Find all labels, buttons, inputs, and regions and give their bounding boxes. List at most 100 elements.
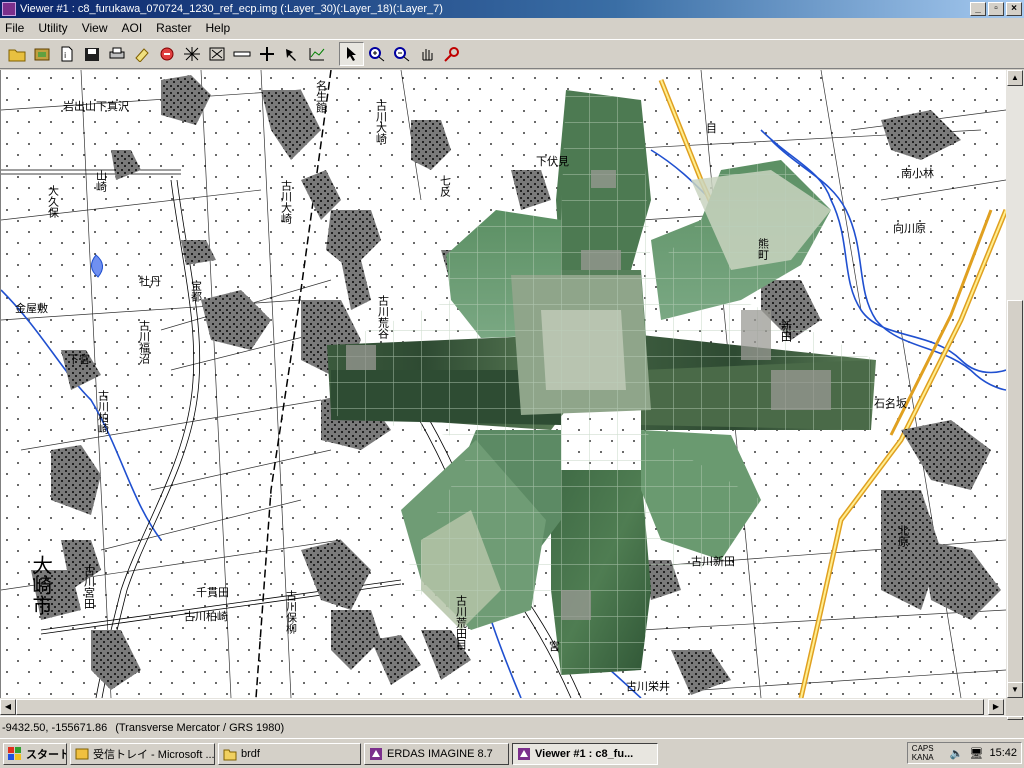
map-label: 新田 [780, 319, 793, 342]
task-erdas[interactable]: ERDAS IMAGINE 8.7 [364, 742, 509, 765]
projection-info: (Transverse Mercator / GRS 1980) [115, 721, 285, 734]
map-label: 向川原 [893, 221, 926, 235]
map-viewport[interactable]: 岩出山下真沢 山崎 大久保 名生館 古川大崎 下伏見 七反 古川大崎 宝都 古川… [0, 70, 1006, 698]
toolbar: i [0, 39, 1024, 69]
scroll-down-button[interactable]: ▼ [1007, 682, 1023, 698]
eraser-icon[interactable] [129, 42, 154, 66]
minimize-button[interactable]: _ [970, 2, 986, 16]
zoom-in-icon[interactable] [364, 42, 389, 66]
maximize-button[interactable]: ▫ [988, 2, 1004, 16]
map-label: 古川荒谷 [377, 295, 390, 340]
map-label: 目 [706, 122, 717, 135]
erdas-icon [370, 747, 382, 760]
profile-icon[interactable] [304, 42, 329, 66]
start-label: スタート [26, 748, 67, 761]
measure-icon[interactable] [229, 42, 254, 66]
task-label: 受信トレイ - Microsoft ... [93, 748, 215, 761]
windows-logo-icon [8, 746, 21, 760]
svg-text:i: i [64, 51, 66, 60]
horizontal-scroll-thumb[interactable] [16, 699, 984, 715]
close-button[interactable]: × [1006, 2, 1022, 16]
map-label: 古川宮田 [83, 565, 96, 609]
scrollbar-corner [1006, 698, 1024, 716]
outlook-icon [75, 748, 89, 759]
map-label: 宮 [549, 639, 560, 653]
viewer-icon [518, 747, 530, 760]
map-label: 大久保 [47, 184, 60, 219]
window-title: Viewer #1 : c8_furukawa_070724_1230_ref_… [20, 3, 443, 15]
print-icon[interactable] [104, 42, 129, 66]
map-label: 千貫田 [196, 586, 229, 599]
menu-help[interactable]: Help [199, 21, 238, 35]
vertical-scrollbar[interactable]: ▲ ▼ [1006, 70, 1024, 720]
volume-icon[interactable]: 🔈 [950, 747, 964, 760]
scroll-left-button[interactable]: ◀ [0, 699, 16, 715]
map-label: 古川保柳 [285, 590, 298, 634]
vertical-scroll-thumb[interactable] [1007, 300, 1023, 720]
task-viewer[interactable]: Viewer #1 : c8_fu... [512, 742, 658, 765]
fit-window-icon[interactable] [204, 42, 229, 66]
inquire-icon[interactable] [439, 42, 464, 66]
map-label: 下伏見 [536, 154, 569, 168]
task-label: Viewer #1 : c8_fu... [535, 747, 634, 760]
task-brdf[interactable]: brdf [218, 742, 361, 765]
cursor-coordinates: -9432.50, -155671.86 [2, 721, 108, 734]
toolbar-separator [329, 42, 339, 66]
map-label: 名生館 [315, 79, 328, 114]
title-bar: Viewer #1 : c8_furukawa_070724_1230_ref_… [0, 0, 1024, 18]
status-bar: -9432.50, -155671.86 (Transverse Mercato… [0, 716, 1024, 738]
map-label: 古川荒田目 [455, 595, 468, 650]
horizontal-scrollbar[interactable]: ◀ ▶ [0, 698, 1006, 716]
system-tray: CAPS KANA 🔈 🖥 15:42 [906, 742, 1022, 764]
crosshair-icon[interactable] [254, 42, 279, 66]
map-label: 古川栄井 [626, 679, 670, 693]
map-label: 下宮 [68, 352, 90, 366]
pan-hand-icon[interactable] [414, 42, 439, 66]
map-label: 宝都 [190, 279, 203, 302]
task-label: ERDAS IMAGINE 8.7 [387, 747, 493, 760]
clear-icon[interactable] [154, 42, 179, 66]
menu-aoi[interactable]: AOI [114, 21, 149, 35]
menu-view[interactable]: View [75, 21, 115, 35]
save-icon[interactable] [79, 42, 104, 66]
network-icon[interactable]: 🖥 [970, 747, 984, 760]
start-button[interactable]: スタート [3, 742, 67, 765]
folder-icon [223, 749, 237, 760]
map-label: 大崎市 [29, 555, 53, 615]
map-label: 牡丹 [139, 274, 161, 288]
menu-raster[interactable]: Raster [149, 21, 198, 35]
map-label: 岩出山下真沢 [63, 99, 129, 113]
map-canvas[interactable]: 岩出山下真沢 山崎 大久保 名生館 古川大崎 下伏見 七反 古川大崎 宝都 古川… [1, 70, 1006, 698]
open-layer-icon[interactable] [29, 42, 54, 66]
map-label: 山崎 [95, 170, 108, 192]
zoom-out-icon[interactable] [389, 42, 414, 66]
map-label: 北原 [897, 525, 910, 547]
clock[interactable]: 15:42 [989, 747, 1017, 759]
menu-file[interactable]: File [0, 21, 31, 35]
open-folder-icon[interactable] [4, 42, 29, 66]
window-controls: _ ▫ × [970, 2, 1022, 16]
task-label: brdf [241, 747, 260, 760]
map-label: 古川大崎 [280, 180, 293, 224]
app-icon [2, 2, 16, 16]
map-label: 古川柏崎 [97, 390, 110, 434]
map-label: 七反 [439, 175, 452, 198]
map-label: 古川福沼 [138, 320, 151, 365]
scroll-right-button[interactable]: ▶ [988, 699, 1004, 715]
map-label: 古川大崎 [375, 100, 388, 144]
select-arrow-icon[interactable] [339, 42, 364, 66]
zoom-extent-icon[interactable] [179, 42, 204, 66]
ime-status[interactable]: CAPS KANA [912, 744, 944, 762]
map-label: 古川柏崎 [184, 609, 228, 623]
map-label: 古川新田 [691, 554, 735, 568]
scroll-up-button[interactable]: ▲ [1007, 70, 1023, 86]
new-file-icon[interactable]: i [54, 42, 79, 66]
map-label: 金屋敷 [15, 301, 48, 315]
pick-icon[interactable] [279, 42, 304, 66]
map-label: 石名坂 [874, 396, 907, 410]
taskbar: スタート 受信トレイ - Microsoft ... brdf ERDAS IM… [0, 738, 1024, 768]
menu-bar: File Utility View AOI Raster Help [0, 18, 1024, 38]
map-label: 南小林 [901, 166, 934, 180]
menu-utility[interactable]: Utility [31, 21, 74, 35]
task-outlook[interactable]: 受信トレイ - Microsoft ... [70, 742, 215, 765]
